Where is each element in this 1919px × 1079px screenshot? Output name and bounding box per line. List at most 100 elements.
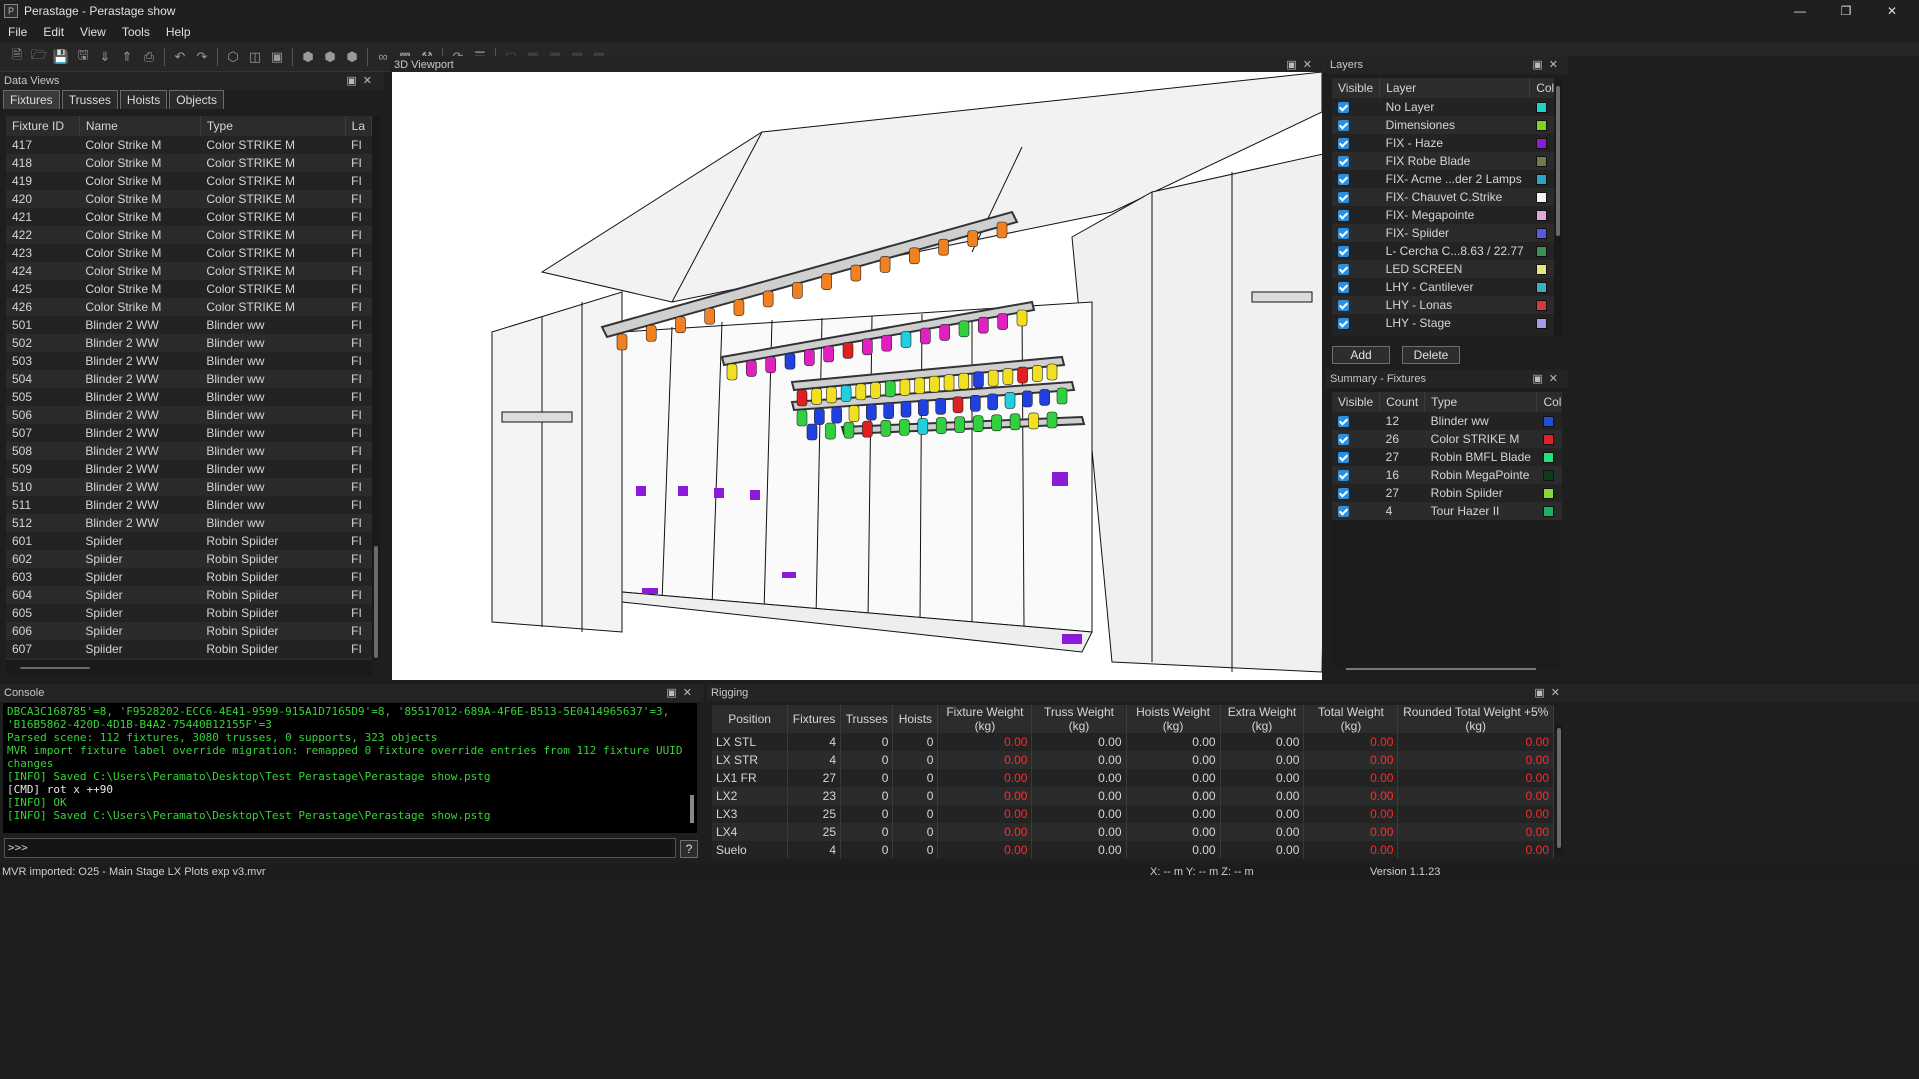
rigging-col-header[interactable]: Fixture Weight (kg) [937,705,1033,733]
fixture-marker[interactable] [978,316,989,334]
fixture-marker[interactable] [914,377,925,395]
undo-icon[interactable]: ↶ [169,46,191,68]
fixture-marker[interactable] [899,378,911,396]
fixture-marker[interactable] [842,342,854,359]
visible-checkbox[interactable] [1338,246,1349,258]
fixture-marker[interactable] [917,418,929,435]
visible-checkbox[interactable] [1338,318,1349,330]
color-swatch[interactable] [1535,246,1547,258]
fixture-marker[interactable] [796,409,808,427]
fixture-marker[interactable] [881,334,892,352]
visible-checkbox[interactable] [1338,228,1349,240]
cube-solid-icon[interactable]: ⬢ [297,46,319,68]
delete-layer-button[interactable]: Delete [1402,346,1460,364]
rigging-col-header[interactable]: Fixtures [787,705,841,733]
fixture-marker[interactable] [765,356,776,374]
table-row[interactable]: 603 Spiider Robin Spiider FI [6,568,372,586]
layer-row[interactable]: FIX- Chauvet C.Strike [1332,188,1554,206]
table-row[interactable]: 418 Color Strike M Color STRIKE M FI [6,154,372,172]
col-color[interactable]: Color [1536,392,1562,412]
rigging-vscroll-thumb[interactable] [1557,728,1561,848]
fixtures-hscrollbar[interactable] [6,660,372,676]
col-fixture-id[interactable]: Fixture ID [6,116,80,136]
visible-checkbox[interactable] [1338,174,1349,186]
visible-checkbox[interactable] [1338,102,1349,114]
layer-row[interactable]: FIX - Haze [1332,134,1554,152]
fixture-marker[interactable] [814,408,825,425]
table-row[interactable]: 426 Color Strike M Color STRIKE M FI [6,298,372,316]
fixture-marker[interactable] [1046,363,1058,381]
rigging-col-header[interactable]: Hoists Weight (kg) [1126,705,1221,733]
import-icon[interactable]: ⇓ [94,46,116,68]
fixture-marker[interactable] [733,299,745,316]
layer-row[interactable]: Dimensiones [1332,116,1554,134]
table-row[interactable]: 508 Blinder 2 WW Blinder ww FI [6,442,372,460]
visible-checkbox[interactable] [1338,138,1349,150]
fixtures-vscrollbar[interactable] [372,116,380,660]
panel-controls[interactable]: ▣✕ [346,72,378,90]
fixture-marker[interactable] [843,421,855,439]
layer-row[interactable]: FIX- Acme ...der 2 Lamps [1332,170,1554,188]
col-type[interactable]: Type [1424,392,1538,412]
tab-fixtures[interactable]: Fixtures [3,90,60,109]
color-swatch[interactable] [1535,156,1547,168]
fixture-marker[interactable] [1056,387,1068,405]
rigging-col-header[interactable]: Truss Weight (kg) [1031,705,1127,733]
color-swatch[interactable] [1535,102,1547,114]
rigging-row[interactable]: LX1 FR 27 0 0 0.00 0.00 0.00 0.00 0.00 0.00 [712,769,1554,787]
menu-help[interactable]: Help [158,25,199,39]
rigging-col-header[interactable]: Hoists [892,705,939,733]
summary-row[interactable]: 16 Robin MegaPointe [1332,466,1562,484]
fixture-marker[interactable] [855,383,867,401]
fixture-marker[interactable] [784,352,796,370]
menu-edit[interactable]: Edit [35,25,72,39]
save-icon[interactable]: 💾 [50,46,72,68]
visible-checkbox[interactable] [1338,120,1349,132]
rigging-row[interactable]: LX4 25 0 0 0.00 0.00 0.00 0.00 0.00 0.00 [712,823,1554,841]
fixture-marker[interactable] [996,221,1008,239]
3d-viewport-canvas[interactable] [392,72,1322,680]
fixture-marker[interactable] [850,264,862,282]
open-file-icon[interactable]: 🗁 [28,46,50,68]
fixture-marker[interactable] [1016,309,1028,327]
fixture-marker[interactable] [938,238,949,256]
fixture-marker[interactable] [726,363,738,381]
visible-checkbox[interactable] [1338,300,1349,312]
table-row[interactable]: 505 Blinder 2 WW Blinder ww FI [6,388,372,406]
color-swatch[interactable] [1535,192,1547,204]
redo-icon[interactable]: ↷ [191,46,213,68]
table-row[interactable]: 512 Blinder 2 WW Blinder ww FI [6,514,372,532]
layer-row[interactable]: L- Cercha C...8.63 / 22.77 [1332,242,1554,260]
panel-controls[interactable]: ▣✕ [1532,370,1564,388]
table-row[interactable]: 607 Spiider Robin Spiider FI [6,640,372,658]
fixture-marker[interactable] [987,393,998,411]
fixture-marker[interactable] [804,349,815,366]
visible-checkbox[interactable] [1338,452,1349,464]
fixture-marker[interactable] [952,396,964,414]
fixture-marker[interactable] [645,325,657,342]
col-count[interactable]: Count [1379,392,1426,412]
save-as-icon[interactable]: 🖫 [72,46,94,68]
fixture-marker[interactable] [884,380,896,398]
col-type[interactable]: Type [200,116,346,136]
fixture-marker[interactable] [826,386,837,404]
visible-checkbox[interactable] [1338,488,1349,500]
table-row[interactable]: 507 Blinder 2 WW Blinder ww FI [6,424,372,442]
fixture-marker[interactable] [831,406,842,424]
fixture-marker[interactable] [900,400,912,418]
fixture-marker[interactable] [958,372,970,390]
visible-checkbox[interactable] [1338,156,1349,168]
fixture-marker[interactable] [1017,366,1028,384]
fixture-marker[interactable] [796,389,808,407]
table-row[interactable]: 424 Color Strike M Color STRIKE M FI [6,262,372,280]
rigging-col-header[interactable]: Rounded Total Weight +5% (kg) [1397,705,1554,733]
table-row[interactable]: 422 Color Strike M Color STRIKE M FI [6,226,372,244]
fixture-marker[interactable] [746,360,757,377]
fixture-marker[interactable] [821,273,832,290]
fixture-marker[interactable] [1004,392,1016,409]
fixture-marker[interactable] [704,307,715,325]
table-row[interactable]: 423 Color Strike M Color STRIKE M FI [6,244,372,262]
rigging-row[interactable]: LX STR 4 0 0 0.00 0.00 0.00 0.00 0.00 0.00 [712,751,1554,769]
layer-row[interactable]: FIX Robe Blade [1332,152,1554,170]
fixture-marker[interactable] [997,313,1008,330]
